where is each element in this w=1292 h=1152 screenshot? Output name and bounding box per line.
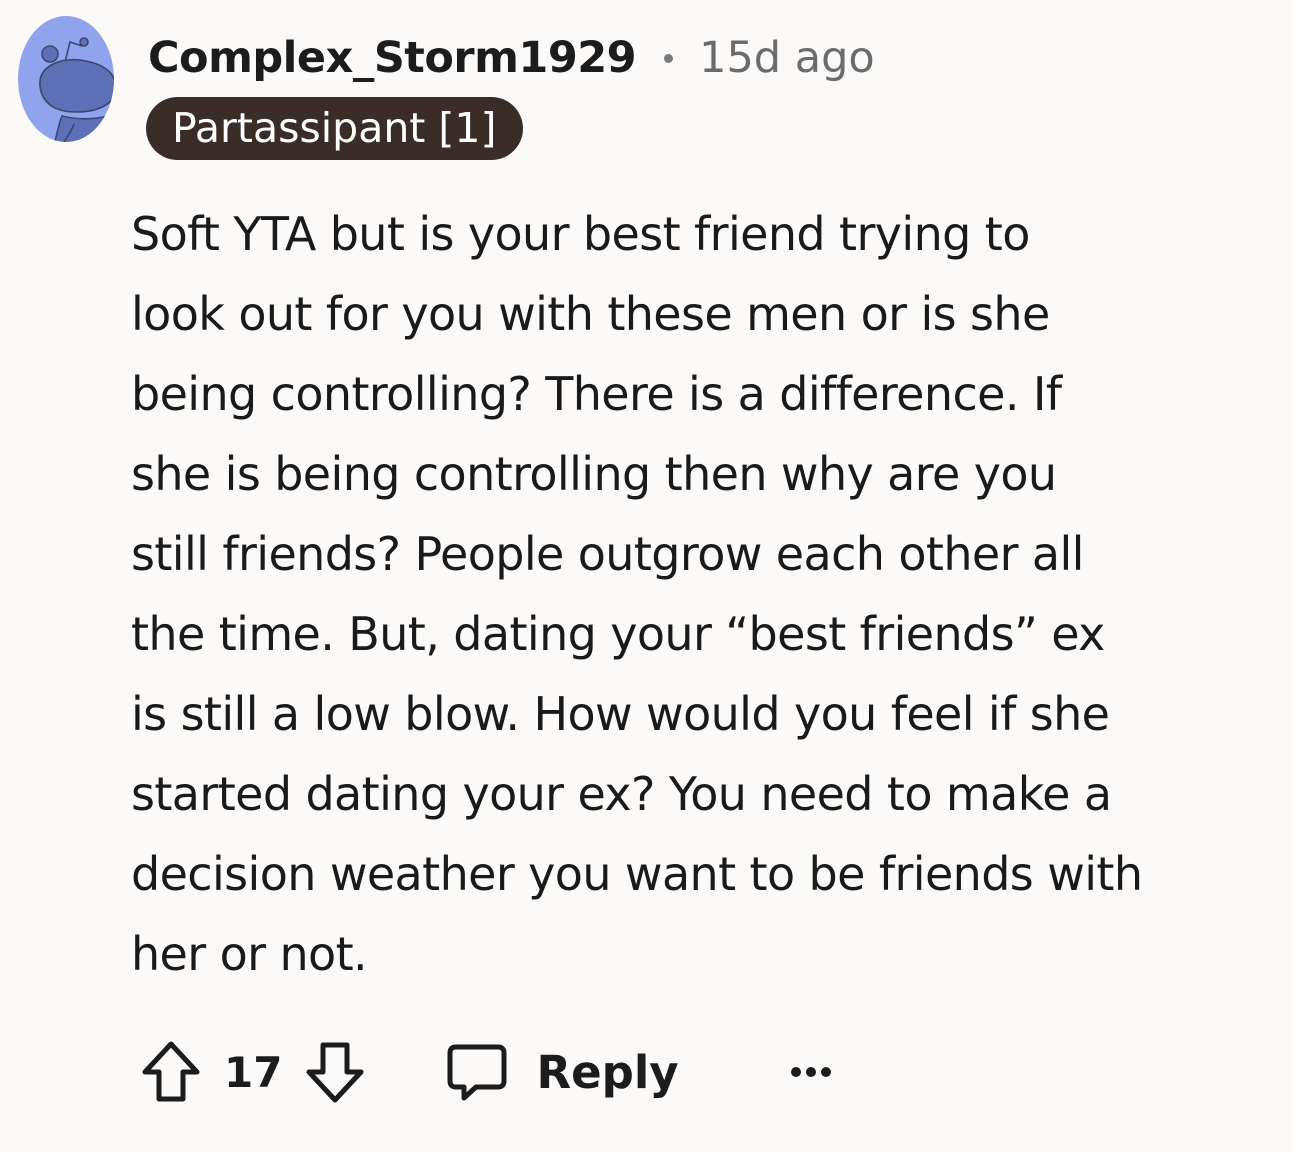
- comment-header: Complex_Storm1929 15d ago: [148, 28, 875, 88]
- downvote-arrow-icon: [306, 1042, 364, 1103]
- user-flair-badge: Partassipant [1]: [146, 97, 523, 160]
- upvote-arrow-icon: [142, 1041, 200, 1102]
- comment-body: Soft YTA but is your best friend trying …: [131, 194, 1289, 994]
- vote-score: 17: [224, 1047, 283, 1097]
- comment-card: Complex_Storm1929 15d ago Partassipant […: [0, 0, 1292, 1152]
- author-username[interactable]: Complex_Storm1929: [148, 33, 637, 83]
- comment-body-line: decision weather you want to be friends …: [131, 847, 1143, 901]
- comment-body-line: Soft YTA but is your best friend trying …: [131, 207, 1030, 261]
- speech-bubble-icon: [447, 1044, 507, 1101]
- comment-timestamp: 15d ago: [699, 33, 875, 83]
- reply-button[interactable]: Reply: [446, 1041, 679, 1103]
- comment-body-line: she is being controlling then why are yo…: [131, 447, 1057, 501]
- comment-body-line: still friends? People outgrow each other…: [131, 527, 1084, 581]
- downvote-button[interactable]: [304, 1039, 366, 1105]
- comment-body-line: started dating your ex? You need to make…: [131, 767, 1112, 821]
- comment-body-line: the time. But, dating your “best friends…: [131, 607, 1105, 661]
- upvote-button[interactable]: [140, 1039, 202, 1105]
- comment-body-line: being controlling? There is a difference…: [131, 367, 1062, 421]
- comment-body-line: is still a low blow. How would you feel …: [131, 687, 1110, 741]
- reply-label: Reply: [536, 1045, 679, 1099]
- more-options-button[interactable]: [789, 1065, 833, 1079]
- comment-action-bar: 17 Reply: [140, 1030, 833, 1114]
- snoo-avatar-icon: [18, 16, 114, 142]
- more-options-icon: [790, 1067, 831, 1077]
- avatar[interactable]: [18, 16, 114, 142]
- separator-dot: [664, 53, 674, 63]
- comment-body-line: look out for you with these men or is sh…: [131, 287, 1050, 341]
- comment-body-line: her or not.: [131, 927, 368, 981]
